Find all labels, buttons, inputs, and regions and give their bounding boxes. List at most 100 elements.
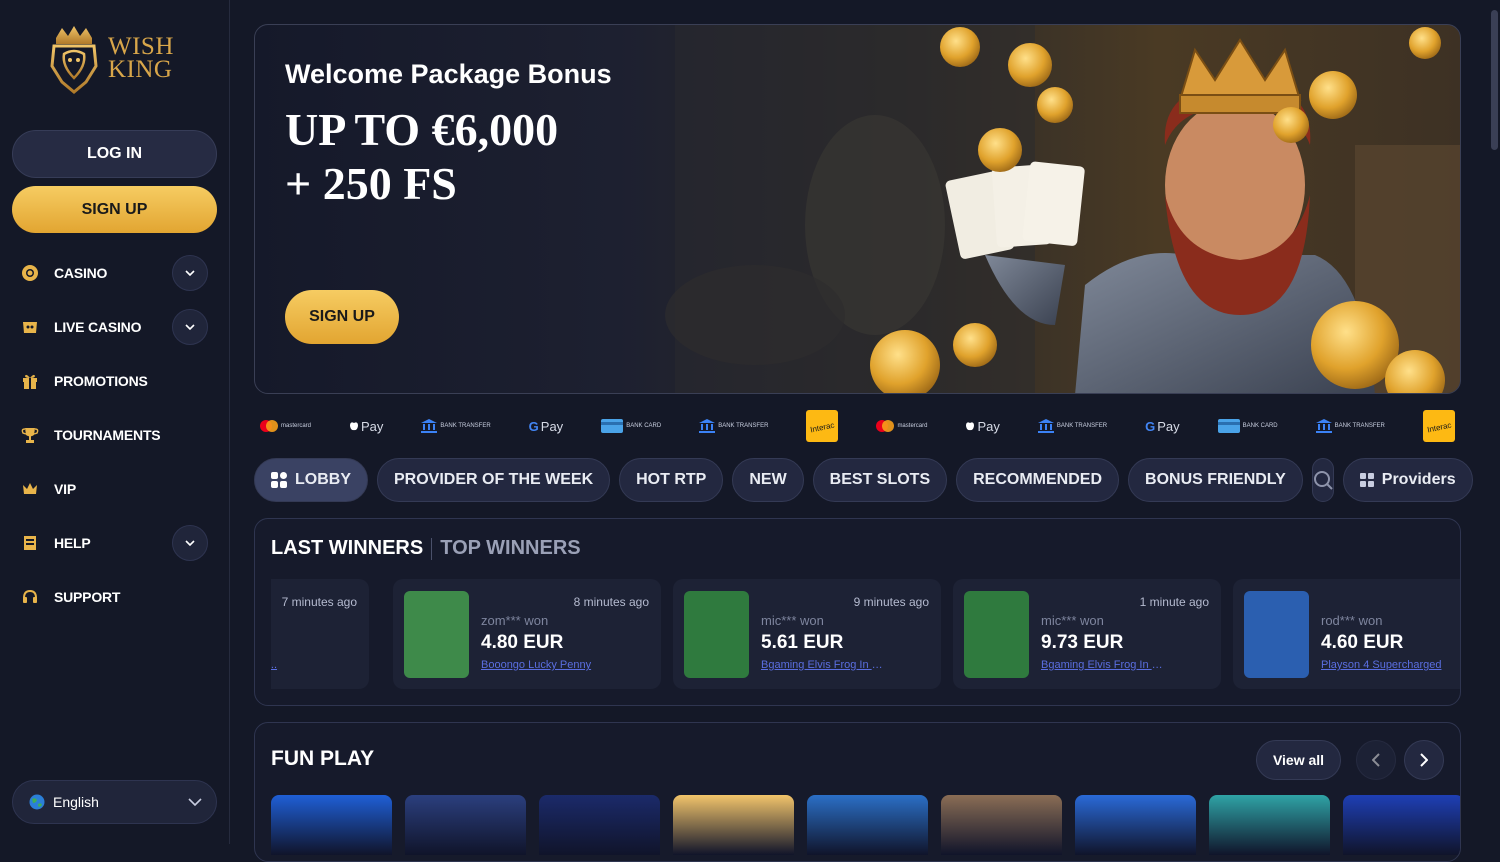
nav-label: HELP — [54, 535, 91, 551]
game-thumbnail[interactable] — [684, 591, 749, 678]
brand-logo[interactable]: WISH KING — [46, 22, 174, 94]
game-tile[interactable] — [673, 795, 794, 855]
game-thumbnail[interactable] — [404, 591, 469, 678]
winner-card[interactable]: 8 minutes ago zom*** won 4.80 EUR Booongo L… — [393, 579, 661, 689]
tab-recommended[interactable]: RECOMMENDED — [956, 458, 1120, 502]
game-tile[interactable] — [271, 795, 392, 855]
game-tile[interactable] — [539, 795, 660, 855]
nav-item-live-casino[interactable]: LIVE CASINO — [20, 307, 210, 347]
game-thumbnail[interactable] — [1244, 591, 1309, 678]
nav-label: CASINO — [54, 265, 108, 281]
game-tile[interactable] — [405, 795, 526, 855]
payment-label: mastercard — [281, 423, 312, 429]
hero-title: Welcome Package Bonus — [285, 59, 612, 89]
page-scrollbar[interactable] — [1489, 0, 1500, 844]
category-tabs: LOBBY PROVIDER OF THE WEEK HOT RTP NEW B… — [254, 458, 1473, 502]
chevron-down-icon[interactable] — [172, 309, 208, 345]
payment-label: Pay — [540, 418, 564, 434]
payment-methods: mastercard Pay BANK TRANSFER G Pay BANK CARD B… — [254, 405, 1461, 447]
payment-label: BANK CARD — [1242, 423, 1278, 429]
nav-item-casino[interactable]: CASINO — [20, 253, 210, 293]
hero-offer: UP TO €6,000 + 250 FS — [285, 104, 559, 209]
game-tile[interactable] — [1343, 795, 1460, 855]
winner-card[interactable]: 7 minutes agonIRler Coins Xxl Ho... — [271, 579, 369, 689]
chevron-down-icon — [188, 793, 202, 811]
scrollbar-thumb[interactable] — [1491, 10, 1498, 150]
nav-label: SUPPORT — [54, 589, 121, 605]
winners-list: 7 minutes agonIRler Coins Xxl Ho...8 min… — [271, 579, 1460, 689]
win-time: 7 minutes ago — [281, 595, 357, 609]
nav-item-help[interactable]: HELP — [20, 523, 210, 563]
view-all-button[interactable]: View all — [1256, 740, 1341, 780]
help-icon — [20, 533, 40, 553]
chevron-down-icon[interactable] — [172, 255, 208, 291]
game-tile[interactable] — [941, 795, 1062, 855]
search-button[interactable] — [1311, 458, 1334, 502]
payment-mastercard: mastercard — [876, 411, 927, 441]
payment-label: Pay — [977, 418, 1000, 434]
winner-user: mic*** won — [1041, 613, 1104, 628]
nav-item-tournaments[interactable]: TOURNAMENTS — [20, 415, 210, 455]
winner-card[interactable]: 9 minutes ago mic*** won 5.61 EUR Bgaming E… — [673, 579, 941, 689]
payment-label: mastercard — [897, 423, 928, 429]
chevron-left-icon — [1372, 753, 1380, 767]
tab-last-winners[interactable]: LAST WINNERS — [271, 537, 423, 560]
chevron-down-icon[interactable] — [172, 525, 208, 561]
hero-signup-button[interactable]: SIGN UP — [285, 290, 399, 344]
payment-label: Pay — [1157, 418, 1180, 434]
nav-label: PROMOTIONS — [54, 373, 148, 389]
payment-card: BANK CARD — [1217, 411, 1278, 441]
win-amount: 9.73 EUR — [1041, 632, 1124, 653]
globe-icon — [29, 794, 45, 810]
providers-button[interactable]: Providers — [1342, 458, 1473, 502]
winner-card[interactable]: 1 minute ago mic*** won 9.73 EUR Bgaming El… — [953, 579, 1221, 689]
tab-label: PROVIDER OF THE WEEK — [394, 471, 594, 488]
game-link[interactable]: Booongo Lucky Penny — [481, 659, 606, 671]
payment-label: BANK TRANSFER — [718, 423, 769, 429]
nav-item-support[interactable]: SUPPORT — [20, 577, 210, 617]
nav-label: TOURNAMENTS — [54, 427, 161, 443]
win-time: 9 minutes ago — [853, 595, 929, 609]
section-title: FUN PLAY — [271, 747, 375, 770]
previous-button[interactable] — [1356, 740, 1396, 780]
payment-interac: Interac — [1422, 410, 1455, 442]
nav-item-vip[interactable]: VIP — [20, 469, 210, 509]
tab-top-winners[interactable]: TOP WINNERS — [440, 537, 580, 560]
game-link[interactable]: Bgaming Elvis Frog In Vegas — [1041, 659, 1166, 671]
tab-lobby[interactable]: LOBBY — [254, 458, 368, 502]
tab-hot-rtp[interactable]: HOT RTP — [619, 458, 724, 502]
next-button[interactable] — [1404, 740, 1444, 780]
win-amount: 4.80 EUR — [481, 632, 564, 653]
game-thumbnail[interactable] — [964, 591, 1029, 678]
payment-applepay: Pay — [349, 411, 383, 441]
tab-best-slots[interactable]: BEST SLOTS — [812, 458, 948, 502]
signup-button[interactable]: SIGN UP — [12, 186, 217, 233]
tab-label: Providers — [1381, 471, 1456, 488]
tab-new[interactable]: NEW — [732, 458, 804, 502]
tab-label: BEST SLOTS — [829, 471, 931, 488]
game-tile[interactable] — [1209, 795, 1330, 855]
tab-provider-of-the-week[interactable]: PROVIDER OF THE WEEK — [377, 458, 611, 502]
tab-label: HOT RTP — [636, 471, 707, 488]
game-link[interactable]: ler Coins Xxl Ho... — [271, 659, 314, 671]
tab-bonus-friendly[interactable]: BONUS FRIENDLY — [1128, 458, 1303, 502]
payment-bank: BANK TRANSFER — [1037, 411, 1107, 441]
sidebar: WISH KING LOG IN SIGN UP CASINO LIVE CAS… — [0, 0, 230, 844]
win-amount: 4.60 EUR — [1321, 632, 1404, 653]
nav-item-promotions[interactable]: PROMOTIONS — [20, 361, 210, 401]
brand-name: WISH KING — [108, 33, 174, 83]
login-button[interactable]: LOG IN — [12, 130, 217, 178]
payment-gpay: G Pay — [1145, 418, 1180, 434]
game-link[interactable]: Bgaming Elvis Frog In Vegas — [761, 659, 886, 671]
payment-bank: BANK TRANSFER — [699, 411, 768, 441]
payment-label: BANK CARD — [626, 423, 662, 429]
game-tile[interactable] — [1075, 795, 1196, 855]
language-selector[interactable]: English — [12, 780, 217, 824]
payment-applepay: Pay — [965, 411, 1000, 441]
game-tile[interactable] — [807, 795, 928, 855]
game-link[interactable]: Playson 4 Supercharged — [1321, 659, 1446, 671]
winner-card[interactable]: 2 mirod*** won4.60 EURPlayson 4 Supercha… — [1233, 579, 1460, 689]
search-icon — [1313, 471, 1333, 490]
tab-label: NEW — [749, 471, 787, 488]
payment-label: BANK TRANSFER — [440, 423, 491, 429]
